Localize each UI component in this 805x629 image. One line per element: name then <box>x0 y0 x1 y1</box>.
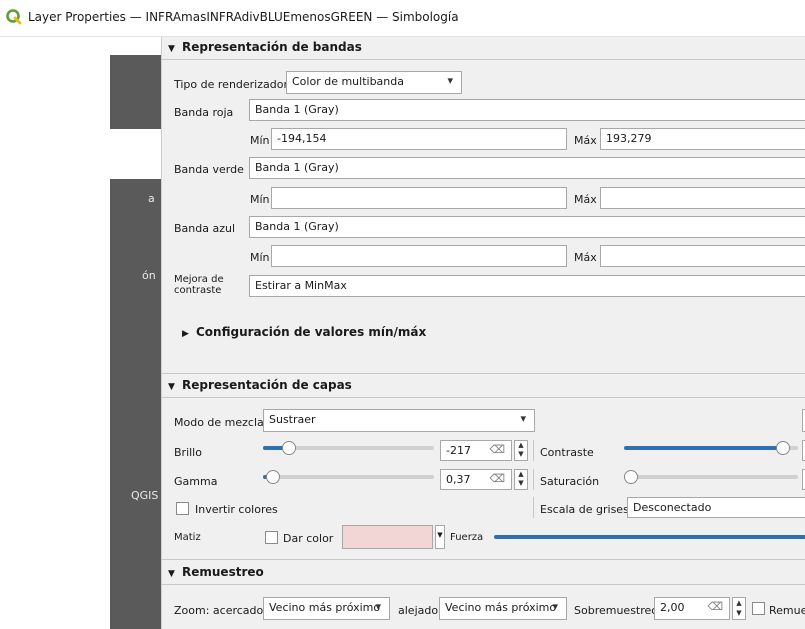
slider-handle[interactable] <box>624 470 638 484</box>
color-dropdown-arrow[interactable]: ▼ <box>435 525 445 549</box>
contrast-enhancement-select[interactable]: Estirar a MinMax <box>249 275 805 297</box>
gamma-stepper[interactable]: ▲ ▼ <box>514 469 528 490</box>
blue-min-field[interactable] <box>271 245 567 267</box>
zoom-in-resampling-select[interactable]: Vecino más próximo <box>263 597 390 620</box>
brightness-stepper[interactable]: ▲ ▼ <box>514 440 528 461</box>
slider-handle[interactable] <box>266 470 280 484</box>
renderer-type-label: Tipo de renderizador <box>174 78 288 91</box>
strength-label: Fuerza <box>450 532 484 543</box>
divider <box>162 584 805 585</box>
red-max-label: Máx <box>574 134 597 147</box>
divider <box>162 373 805 374</box>
band-rendering-header[interactable]: ▼ Representación de bandas <box>168 40 362 58</box>
layer-rendering-header[interactable]: ▼ Representación de capas <box>168 378 352 396</box>
resampling-header[interactable]: ▼ Remuestreo <box>168 565 264 583</box>
colorize-label: Dar color <box>283 532 334 545</box>
oversampling-spinbox[interactable]: 2,00 ⌫ <box>654 597 730 620</box>
oversampling-label: Sobremuestreo <box>574 604 659 617</box>
green-min-label: Mín <box>250 193 270 206</box>
sidebar: a ón QGIS <box>0 37 161 629</box>
blue-max-label: Máx <box>574 251 597 264</box>
blend-mode-label: Modo de mezcla <box>174 416 264 429</box>
blue-band-label: Banda azul <box>174 222 236 235</box>
collapse-arrow-icon: ▼ <box>168 382 175 392</box>
zoom-out-label: alejado <box>398 604 439 617</box>
slider-track <box>263 475 434 479</box>
early-resampling-checkbox[interactable] <box>752 602 765 615</box>
expand-arrow-icon: ▶ <box>182 329 189 339</box>
qgis-logo-icon <box>6 9 22 25</box>
sidebar-item-label: a <box>148 192 155 205</box>
divider <box>162 59 805 60</box>
early-resampling-label: Remue <box>769 604 805 617</box>
strength-slider[interactable] <box>494 535 805 539</box>
clear-icon[interactable]: ⌫ <box>707 600 723 613</box>
oversampling-stepper[interactable]: ▲ ▼ <box>732 597 746 620</box>
gamma-spinbox[interactable]: 0,37 ⌫ <box>440 469 512 490</box>
sidebar-item[interactable] <box>110 179 161 629</box>
green-min-field[interactable] <box>271 187 567 209</box>
grayscale-select[interactable]: Desconectado <box>627 497 805 518</box>
colorize-color-button[interactable] <box>342 525 433 549</box>
saturation-slider[interactable] <box>624 469 798 485</box>
window-titlebar: Layer Properties — INFRAmasINFRAdivBLUEm… <box>0 0 805 37</box>
divider <box>162 397 805 398</box>
green-max-label: Máx <box>574 193 597 206</box>
red-min-label: Mín <box>250 134 270 147</box>
collapse-arrow-icon: ▼ <box>168 569 175 579</box>
clear-icon[interactable]: ⌫ <box>489 472 505 485</box>
minmax-settings-header[interactable]: ▶ Configuración de valores mín/máx <box>182 325 426 343</box>
slider-fill <box>624 446 783 450</box>
blue-max-field[interactable] <box>600 245 805 267</box>
blue-min-label: Mín <box>250 251 270 264</box>
invert-colors-checkbox[interactable] <box>176 502 189 515</box>
sidebar-item-label: QGIS <box>131 489 159 502</box>
green-band-select[interactable]: Banda 1 (Gray) <box>249 157 805 179</box>
collapse-arrow-icon: ▼ <box>168 44 175 54</box>
renderer-type-select[interactable]: Color de multibanda <box>286 71 462 94</box>
brightness-slider[interactable] <box>263 440 434 456</box>
blend-mode-select[interactable]: Sustraer <box>263 409 535 432</box>
gamma-label: Gamma <box>174 475 218 488</box>
gamma-slider[interactable] <box>263 469 434 485</box>
brightness-spinbox[interactable]: -217 ⌫ <box>440 440 512 461</box>
green-band-label: Banda verde <box>174 163 244 176</box>
window-title: Layer Properties — INFRAmasINFRAdivBLUEm… <box>28 10 459 24</box>
symbology-panel: ▼ Representación de bandas Tipo de render… <box>161 37 805 629</box>
clear-icon[interactable]: ⌫ <box>489 443 505 456</box>
divider <box>162 559 805 560</box>
red-band-label: Banda roja <box>174 106 234 119</box>
sidebar-item-label: ón <box>142 269 156 282</box>
red-max-field[interactable]: 193,279 <box>600 128 805 150</box>
saturation-label: Saturación <box>540 475 600 488</box>
grayscale-label: Escala de grises <box>540 503 629 516</box>
invert-colors-label: Invertir colores <box>195 503 278 516</box>
sidebar-item[interactable] <box>110 55 161 129</box>
slider-handle[interactable] <box>776 441 790 455</box>
zoom-out-resampling-select[interactable]: Vecino más próximo <box>439 597 567 620</box>
slider-handle[interactable] <box>282 441 296 455</box>
slider-track <box>624 475 798 479</box>
contrast-enhancement-label: Mejora de contraste <box>174 274 224 296</box>
zoom-in-label: Zoom: acercado <box>174 604 264 617</box>
colorize-checkbox[interactable] <box>265 531 278 544</box>
divider <box>533 469 534 490</box>
brightness-label: Brillo <box>174 446 202 459</box>
divider <box>533 497 534 518</box>
blue-band-select[interactable]: Banda 1 (Gray) <box>249 216 805 238</box>
hue-label: Matiz <box>174 532 201 543</box>
red-min-field[interactable]: -194,154 <box>271 128 567 150</box>
contrast-slider[interactable] <box>624 440 798 456</box>
contrast-label: Contraste <box>540 446 594 459</box>
red-band-select[interactable]: Banda 1 (Gray) <box>249 99 805 121</box>
green-max-field[interactable] <box>600 187 805 209</box>
divider <box>533 440 534 461</box>
